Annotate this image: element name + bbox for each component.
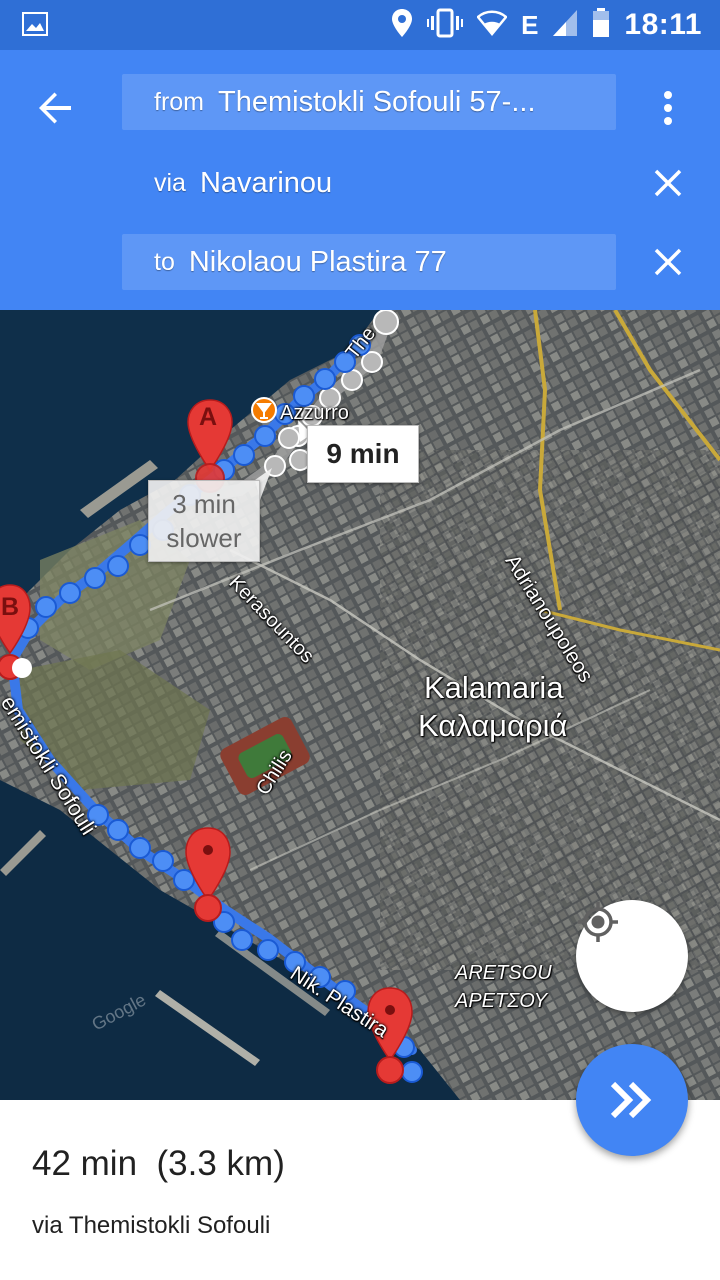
start-navigation-button[interactable]	[576, 1044, 688, 1156]
wifi-icon	[476, 10, 508, 41]
via-prefix: via	[154, 168, 186, 197]
to-value: Nikolaou Plastira 77	[188, 245, 447, 278]
close-icon	[654, 248, 682, 276]
battery-icon	[592, 7, 610, 43]
back-button[interactable]	[28, 80, 84, 136]
arrow-back-icon	[39, 92, 71, 124]
remove-destination-button[interactable]	[640, 234, 696, 290]
my-location-icon	[578, 902, 618, 942]
directions-header: from Themistokli Sofouli 57-... via Nava…	[0, 50, 720, 310]
vibrate-icon	[427, 8, 464, 43]
signal-icon	[552, 9, 578, 42]
more-options-button[interactable]	[640, 80, 696, 136]
route-time-callout[interactable]: 9 min	[307, 425, 419, 483]
image-icon	[22, 12, 48, 41]
status-icons: E 18:11	[391, 7, 702, 43]
location-icon	[391, 8, 413, 43]
status-bar: E 18:11	[0, 0, 720, 50]
map-view[interactable]: A B 9 min 3 min slower The Azzurro Adria…	[0, 310, 720, 1100]
route-summary: 42 min (3.3 km)	[32, 1144, 285, 1184]
clock: 18:11	[624, 8, 702, 41]
marker-b-label: B	[1, 593, 20, 621]
more-vert-icon	[664, 91, 672, 125]
route-duration: 42 min	[32, 1144, 138, 1183]
double-chevron-right-icon	[610, 1081, 652, 1119]
marker-a-label: A	[199, 403, 218, 431]
route-distance: (3.3 km)	[156, 1144, 285, 1183]
network-type: E	[521, 9, 539, 40]
close-icon	[654, 169, 682, 197]
place-label-kalamaria-greek: Καλαμαριά	[418, 708, 568, 743]
alt-route-note: slower	[166, 523, 242, 553]
to-field[interactable]: to Nikolaou Plastira 77	[122, 234, 616, 290]
alt-route-callout[interactable]: 3 min slower	[148, 480, 260, 562]
from-value: Themistokli Sofouli 57-...	[218, 85, 536, 118]
route-via: via Themistokli Sofouli	[32, 1212, 271, 1239]
alt-route-time: 3 min	[172, 489, 236, 519]
place-label-kalamaria: Kalamaria	[424, 670, 564, 705]
via-field[interactable]: via Navarinou	[122, 155, 616, 211]
from-field[interactable]: from Themistokli Sofouli 57-...	[122, 74, 616, 130]
place-label-aretsou-greek: ΑΡΕΤΣΟΥ	[455, 990, 548, 1012]
remove-via-button[interactable]	[640, 155, 696, 211]
place-label-aretsou: ARETSOU	[455, 962, 552, 984]
poi-label-azzurro: Azzurro	[280, 402, 349, 424]
via-value: Navarinou	[199, 166, 333, 199]
to-prefix: to	[154, 247, 175, 276]
my-location-button[interactable]	[576, 900, 688, 1012]
from-prefix: from	[154, 87, 204, 116]
